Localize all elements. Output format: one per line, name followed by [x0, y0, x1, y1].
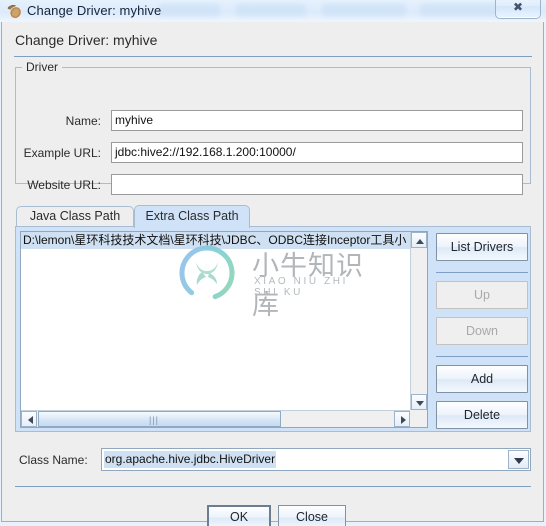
- close-button[interactable]: ✖: [495, 0, 541, 19]
- caret-right-icon: [401, 416, 406, 424]
- side-buttons-divider: [436, 356, 528, 357]
- list-horizontal-scrollbar[interactable]: |||: [21, 410, 410, 427]
- website-url-label: Website URL:: [27, 178, 101, 192]
- scrollbar-corner: [410, 410, 427, 427]
- move-down-button: Down: [436, 317, 528, 345]
- website-url-input[interactable]: [111, 174, 523, 195]
- class-name-dropdown-button[interactable]: [508, 450, 529, 469]
- list-drivers-button[interactable]: List Drivers: [436, 233, 528, 261]
- scroll-right-button[interactable]: [394, 411, 410, 427]
- dialog-body: Change Driver: myhive Driver Name: myhiv…: [1, 22, 544, 526]
- example-url-input[interactable]: jdbc:hive2://192.168.1.200:10000/: [111, 142, 523, 163]
- change-driver-window: Change Driver: myhive ✖ Change Driver: m…: [0, 0, 546, 526]
- tab-extra-class-path[interactable]: Extra Class Path: [134, 205, 250, 228]
- horizontal-scroll-thumb[interactable]: |||: [38, 411, 281, 427]
- acorn-icon: [7, 5, 21, 19]
- caret-left-icon: [28, 416, 33, 424]
- class-name-label: Class Name:: [19, 453, 88, 467]
- scroll-left-button[interactable]: [21, 411, 37, 427]
- name-input[interactable]: myhive: [111, 110, 523, 131]
- side-buttons-divider: [436, 272, 528, 273]
- delete-button[interactable]: Delete: [436, 401, 528, 429]
- footer-divider: [15, 486, 531, 487]
- tab-java-class-path[interactable]: Java Class Path: [16, 206, 134, 227]
- ok-button[interactable]: OK: [207, 505, 271, 526]
- header-divider: [14, 56, 532, 57]
- dialog-header-title: Change Driver: myhive: [15, 32, 158, 48]
- close-icon: ✖: [512, 0, 524, 14]
- class-name-combobox[interactable]: org.apache.hive.jdbc.HiveDriver: [101, 448, 531, 471]
- window-title: Change Driver: myhive: [27, 3, 162, 18]
- title-bar: Change Driver: myhive ✖: [0, 0, 546, 22]
- caret-down-icon: [416, 401, 424, 406]
- screen: Change Driver: myhive ✖ Change Driver: m…: [0, 0, 546, 526]
- scroll-grip-icon: |||: [149, 415, 160, 425]
- class-name-value: org.apache.hive.jdbc.HiveDriver: [104, 451, 277, 468]
- class-path-list[interactable]: D:\lemon\星环科技技术文档\星环科技\JDBC、ODBC连接Incept…: [20, 231, 428, 428]
- move-up-button: Up: [436, 281, 528, 309]
- scroll-down-button[interactable]: [411, 394, 427, 410]
- list-vertical-scrollbar[interactable]: [410, 232, 427, 410]
- scroll-up-button[interactable]: [411, 232, 427, 248]
- driver-groupbox-title: Driver: [22, 60, 62, 74]
- class-path-tabstrip: Java Class Path Extra Class Path: [15, 205, 531, 228]
- name-label: Name:: [65, 114, 101, 128]
- caret-up-icon: [416, 239, 424, 244]
- chevron-down-icon: [514, 458, 524, 464]
- class-path-panel: D:\lemon\星环科技技术文档\星环科技\JDBC、ODBC连接Incept…: [15, 226, 531, 432]
- class-path-list-viewport: D:\lemon\星环科技技术文档\星环科技\JDBC、ODBC连接Incept…: [21, 232, 410, 410]
- close-dialog-button[interactable]: Close: [278, 505, 346, 526]
- add-button[interactable]: Add: [436, 365, 528, 393]
- list-item[interactable]: D:\lemon\星环科技技术文档\星环科技\JDBC、ODBC连接Incept…: [21, 232, 410, 249]
- example-url-label: Example URL:: [23, 146, 101, 160]
